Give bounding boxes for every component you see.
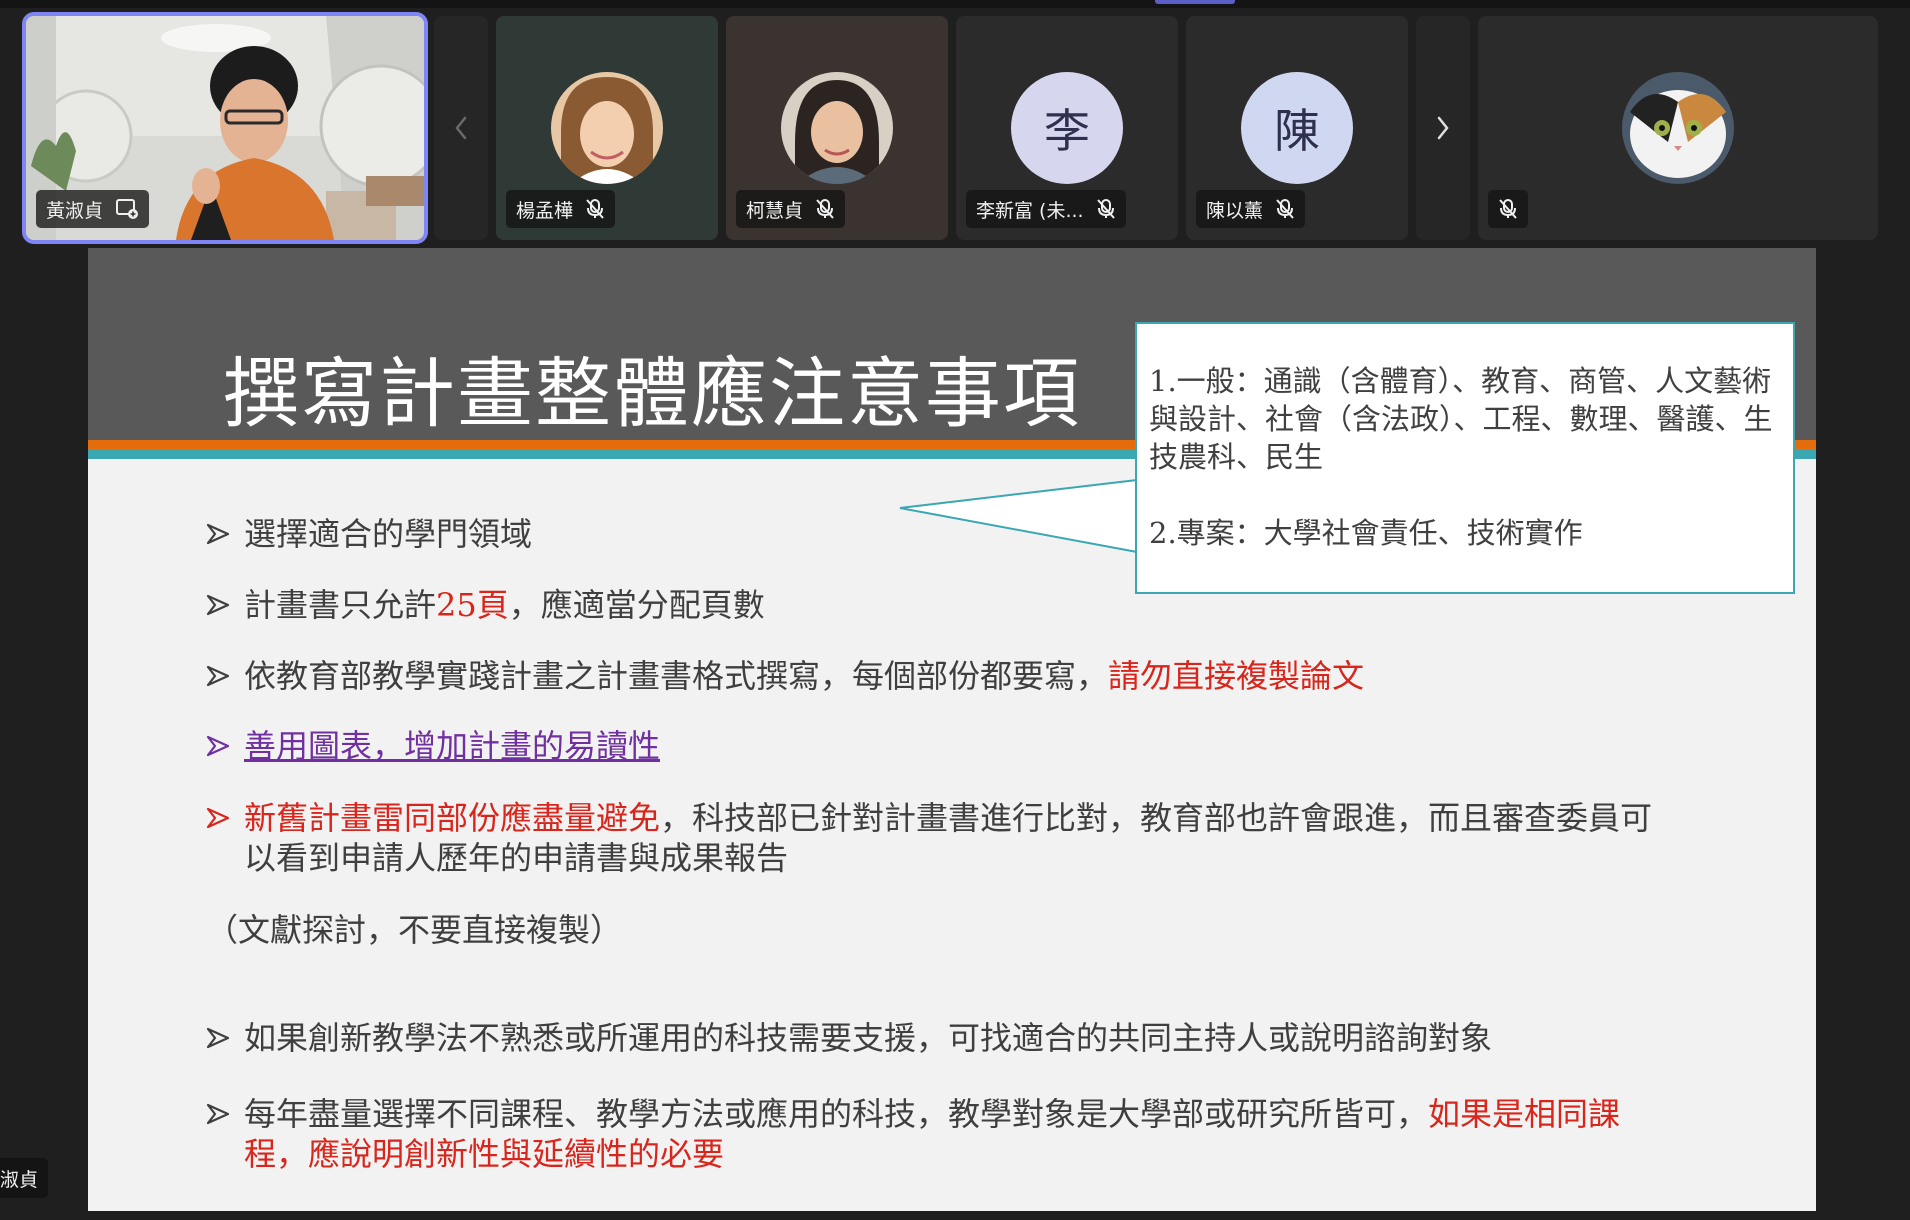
active-view-indicator xyxy=(1155,0,1235,4)
screen-share-icon xyxy=(116,199,139,219)
participant-nametag: 黃淑貞 xyxy=(36,190,150,228)
chevron-right-icon xyxy=(1437,116,1449,140)
participant-nametag: 陳以薰 xyxy=(1196,190,1306,228)
arrow-bullet-icon xyxy=(206,665,230,687)
presenter-name-tag: 淑貞 xyxy=(0,1158,49,1198)
scroll-participants-right-button[interactable] xyxy=(1416,16,1470,240)
shared-slide: 撰寫計畫整體應注意事項 1.一般：通識（含體育）、教育、商管、人文藝術與設計、社… xyxy=(88,248,1816,1211)
participant-tile[interactable]: 楊孟樺 xyxy=(496,16,718,240)
slide-note: （文獻探討，不要直接複製） xyxy=(206,911,623,949)
arrow-bullet-icon xyxy=(206,523,230,545)
arrow-bullet-icon xyxy=(206,1103,230,1125)
mic-muted-icon xyxy=(1096,199,1115,219)
bullet-item: 如果創新教學法不熟悉或所運用的科技需要支援，可找適合的共同主持人或說明諮詢對象 xyxy=(206,1018,1684,1058)
participant-tile[interactable]: 李 李新富 (未... xyxy=(956,16,1178,240)
mic-muted-icon xyxy=(816,199,834,219)
bullet-item: 依教育部教學實踐計畫之計畫書格式撰寫，每個部份都要寫，請勿直接複製論文 xyxy=(206,656,1684,696)
arrow-bullet-icon xyxy=(206,735,230,757)
bullet-item-link[interactable]: 善用圖表，增加計畫的易讀性 xyxy=(206,726,1684,766)
participant-nametag: 李新富 (未... xyxy=(966,190,1126,228)
chevron-left-icon xyxy=(455,116,467,140)
participant-avatar xyxy=(551,72,663,184)
arrow-bullet-icon xyxy=(206,594,230,616)
participant-name: 陳以薰 xyxy=(1206,199,1264,222)
participant-nametag: 柯慧貞 xyxy=(736,190,846,228)
participant-nametag xyxy=(1488,190,1528,228)
scroll-participants-left-button[interactable] xyxy=(434,16,488,240)
participant-avatar xyxy=(781,72,893,184)
participant-initial-avatar: 陳 xyxy=(1241,72,1353,184)
bullet-item: 新舊計畫雷同部份應盡量避免，科技部已針對計畫書進行比對，教育部也許會跟進，而且審… xyxy=(206,798,1684,878)
participant-name: 李新富 (未... xyxy=(976,199,1084,222)
top-bar xyxy=(0,0,1910,8)
participant-nametag: 楊孟樺 xyxy=(506,190,616,228)
bullet-item: 計畫書只允許25頁，應適當分配頁數 xyxy=(206,585,1684,625)
participant-name: 柯慧貞 xyxy=(746,199,804,222)
mic-muted-icon xyxy=(1276,199,1294,219)
participant-avatar-cat xyxy=(1622,72,1734,184)
participant-tile[interactable] xyxy=(1478,16,1878,240)
participant-tile[interactable]: 柯慧貞 xyxy=(726,16,948,240)
participant-name: 楊孟樺 xyxy=(516,199,574,222)
mic-muted-icon xyxy=(586,199,604,219)
callout-line-general: 1.一般：通識（含體育）、教育、商管、人文藝術與設計、社會（含法政）、工程、數理… xyxy=(1149,364,1773,474)
bullet-item: 每年盡量選擇不同課程、教學方法或應用的科技，教學對象是大學部或研究所皆可，如果是… xyxy=(206,1094,1684,1174)
participant-initial-avatar: 李 xyxy=(1011,72,1123,184)
bullet-item: 選擇適合的學門領域 xyxy=(206,514,1684,554)
arrow-bullet-icon xyxy=(206,807,230,829)
participant-tile[interactable]: 陳 陳以薰 xyxy=(1186,16,1408,240)
charts-link[interactable]: 善用圖表，增加計畫的易讀性 xyxy=(244,727,660,765)
participant-tile-presenter[interactable]: 黃淑貞 xyxy=(22,12,428,244)
mic-muted-icon xyxy=(1499,199,1517,219)
participant-name: 黃淑貞 xyxy=(46,199,104,222)
arrow-bullet-icon xyxy=(206,1027,230,1049)
